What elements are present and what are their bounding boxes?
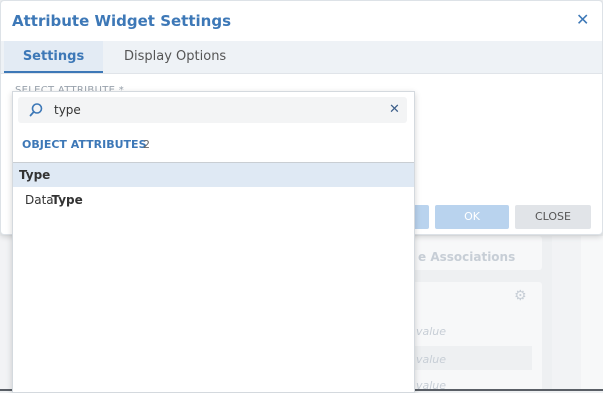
attribute-dropdown: ✕ OBJECT ATTRIBUTES 2 Type Data Type (12, 91, 415, 393)
gear-icon: ⚙ (514, 288, 527, 304)
close-button[interactable]: CLOSE (515, 205, 591, 229)
search-icon (28, 102, 44, 118)
tab-settings[interactable]: Settings (4, 41, 103, 73)
group-header-object-attributes: OBJECT ATTRIBUTES (22, 138, 147, 151)
option-data-type[interactable]: Data Type (13, 188, 414, 212)
option-prefix: Data (25, 193, 58, 207)
tab-display-options[interactable]: Display Options (124, 41, 226, 73)
ok-button[interactable]: OK (435, 205, 509, 229)
background-value-label: value (416, 325, 447, 338)
clear-search-icon[interactable]: ✕ (389, 102, 400, 117)
option-type[interactable]: Type (13, 163, 414, 187)
option-match: Type (19, 168, 51, 182)
close-icon[interactable]: ✕ (576, 10, 589, 29)
search-input[interactable] (54, 100, 374, 120)
group-count: 2 (143, 138, 150, 151)
modal-title: Attribute Widget Settings (12, 12, 232, 30)
background-scrollbar (581, 236, 603, 391)
search-box: ✕ (18, 97, 407, 123)
tab-bar: Settings Display Options (1, 41, 602, 74)
background-left-panel (0, 236, 12, 391)
background-value-label: value (416, 353, 447, 366)
background-associations-label: e Associations (418, 250, 516, 264)
